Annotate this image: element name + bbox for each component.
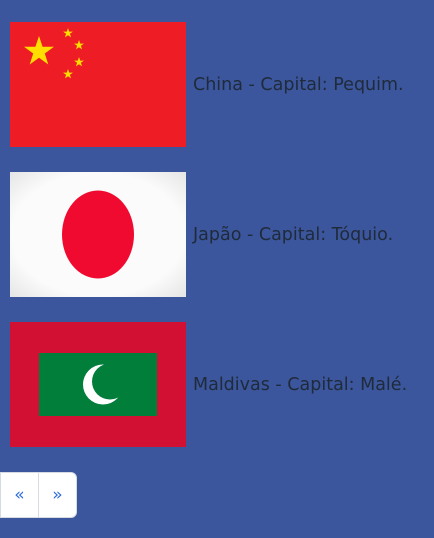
country-row-japan: Japão - Capital: Tóquio.: [10, 172, 393, 297]
country-caption: China - Capital: Pequim.: [193, 74, 404, 95]
country-caption: Maldivas - Capital: Malé.: [193, 374, 408, 395]
country-caption: Japão - Capital: Tóquio.: [193, 224, 394, 245]
country-row-china: China - Capital: Pequim.: [10, 22, 404, 147]
previous-page-button[interactable]: «: [1, 473, 38, 517]
pagination: « »: [0, 472, 77, 518]
country-row-maldives: Maldivas - Capital: Malé.: [10, 322, 407, 447]
china-flag-icon: [10, 22, 186, 147]
maldives-flag-icon: [10, 322, 186, 447]
next-page-button[interactable]: »: [38, 473, 76, 517]
page: China - Capital: Pequim. Japão - Capital…: [0, 0, 434, 538]
japan-flag-icon: [10, 172, 186, 297]
